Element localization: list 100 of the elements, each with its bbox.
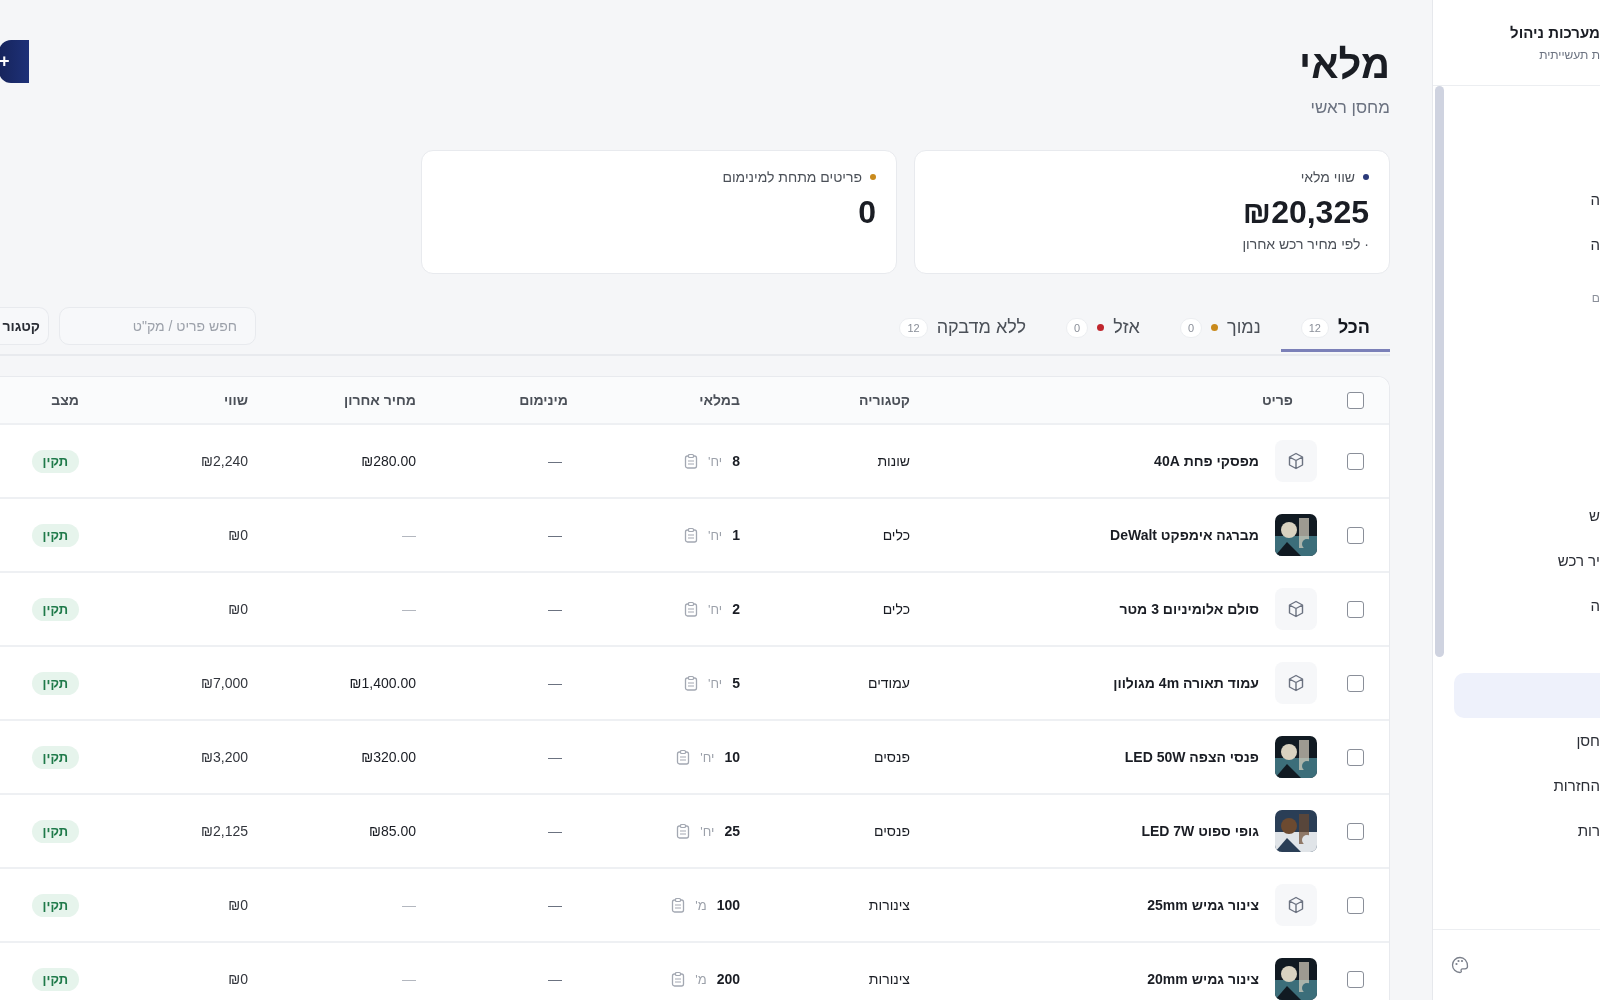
table-cell: פנסים bbox=[873, 749, 910, 765]
table-cell: כלים bbox=[882, 527, 910, 543]
table-cell: — bbox=[402, 897, 416, 913]
checkbox[interactable] bbox=[1346, 452, 1364, 470]
count-badge: 12 bbox=[899, 317, 928, 338]
status-badge: תקין bbox=[31, 819, 79, 843]
table-cell: צינורות bbox=[868, 897, 910, 913]
table-cell: פנסים bbox=[873, 823, 910, 839]
clipboard-icon bbox=[671, 971, 686, 987]
search-field[interactable]: חפש פריט / מק"ט bbox=[59, 307, 256, 345]
count-badge: 0 bbox=[1179, 317, 1202, 338]
nav-item[interactable]: ה bbox=[1433, 177, 1600, 222]
quantity: 200 bbox=[716, 971, 740, 987]
table-cell: ₪0 bbox=[228, 601, 248, 617]
app-title: מערכות ניהול bbox=[1509, 24, 1600, 41]
checkbox[interactable] bbox=[1346, 391, 1364, 409]
checkbox[interactable] bbox=[1346, 526, 1364, 544]
unit-label: יח' bbox=[708, 675, 723, 691]
item-name: מברגה אימפקט DeWalt bbox=[1110, 527, 1259, 543]
quantity: 8 bbox=[732, 453, 740, 469]
column-header: קטגוריה bbox=[859, 392, 910, 408]
item-name: עמוד תאורה 4m מגולוון bbox=[1113, 675, 1259, 691]
page-subtitle: מחסן ראשי bbox=[1309, 98, 1390, 118]
checkbox[interactable] bbox=[1346, 822, 1364, 840]
stat-label: פריטים מתחת למינימום bbox=[722, 169, 862, 185]
nav-item[interactable]: ש bbox=[1433, 493, 1600, 538]
table-cell: צינורות bbox=[868, 971, 910, 987]
unit-label: יח' bbox=[708, 453, 723, 469]
table-cell: — bbox=[402, 601, 416, 617]
checkbox[interactable] bbox=[1346, 896, 1364, 914]
table-cell: — bbox=[548, 601, 562, 617]
clipboard-icon bbox=[676, 823, 691, 839]
item-name: גופי ספוט LED 7W bbox=[1141, 823, 1259, 839]
unit-label: יח' bbox=[708, 527, 723, 543]
table-cell: — bbox=[402, 527, 416, 543]
quantity: 2 bbox=[732, 601, 740, 617]
table-cell: ₪7,000 bbox=[201, 675, 248, 691]
table-cell: — bbox=[548, 675, 562, 691]
nav-section-title: ם bbox=[1590, 290, 1600, 307]
status-badge: תקין bbox=[31, 967, 79, 991]
app-subtitle: ת תעשייתית bbox=[1538, 48, 1600, 62]
palette-icon bbox=[1451, 956, 1469, 974]
nav-item[interactable]: החזרות bbox=[1433, 763, 1600, 808]
unit-label: מ' bbox=[695, 897, 707, 913]
column-header: במלאי bbox=[699, 392, 740, 408]
package-icon bbox=[1287, 452, 1305, 470]
table-cell: — bbox=[548, 453, 562, 469]
item-name: סולם אלומיניום 3 מטר bbox=[1119, 601, 1259, 617]
table-cell: — bbox=[548, 527, 562, 543]
nav-item[interactable]: רות bbox=[1433, 808, 1600, 853]
item-name: צינור גמיש 20mm bbox=[1147, 971, 1259, 987]
table-cell: ₪0 bbox=[228, 897, 248, 913]
count-badge: 12 bbox=[1300, 317, 1329, 338]
status-badge: תקין bbox=[31, 745, 79, 769]
add-button[interactable]: + bbox=[0, 40, 29, 83]
table-cell: ₪280.00 bbox=[361, 453, 416, 469]
table-cell: ₪0 bbox=[228, 527, 248, 543]
quantity: 10 bbox=[724, 749, 740, 765]
table-cell: ₪2,125 bbox=[201, 823, 248, 839]
table-cell: ₪0 bbox=[228, 971, 248, 987]
table-cell: עמודים bbox=[868, 675, 910, 691]
status-badge: תקין bbox=[31, 449, 79, 473]
unit-label: יח' bbox=[708, 601, 723, 617]
scrollbar[interactable] bbox=[1435, 86, 1444, 657]
checkbox[interactable] bbox=[1346, 674, 1364, 692]
table-cell: ₪85.00 bbox=[369, 823, 416, 839]
nav-item[interactable]: חסן bbox=[1433, 718, 1600, 763]
column-header: שווי bbox=[224, 392, 248, 408]
unit-label: יח' bbox=[700, 749, 715, 765]
table-cell: — bbox=[548, 749, 562, 765]
stat-label: שווי מלאי bbox=[1300, 169, 1355, 185]
page-title: מלאי bbox=[1299, 42, 1390, 86]
nav-item[interactable]: יר רכש bbox=[1433, 538, 1600, 583]
category-button[interactable]: קטגור bbox=[0, 307, 49, 345]
column-header: מצב bbox=[51, 392, 79, 408]
table-cell: — bbox=[548, 897, 562, 913]
column-header: פריט bbox=[1261, 392, 1293, 408]
column-header: מחיר אחרון bbox=[343, 392, 416, 408]
table-cell: ₪320.00 bbox=[361, 749, 416, 765]
package-icon bbox=[1287, 674, 1305, 692]
quantity: 100 bbox=[716, 897, 740, 913]
item-name: מפסקי פחת 40A bbox=[1154, 453, 1259, 469]
quantity: 25 bbox=[724, 823, 740, 839]
clipboard-icon bbox=[676, 749, 691, 765]
clipboard-icon bbox=[684, 675, 699, 691]
checkbox[interactable] bbox=[1346, 970, 1364, 988]
column-header: מינימום bbox=[519, 392, 568, 408]
nav-item[interactable]: ה bbox=[1433, 583, 1600, 628]
status-badge: תקין bbox=[31, 671, 79, 695]
checkbox[interactable] bbox=[1346, 748, 1364, 766]
checkbox[interactable] bbox=[1346, 600, 1364, 618]
table-cell: — bbox=[402, 971, 416, 987]
status-badge: תקין bbox=[31, 523, 79, 547]
quantity: 5 bbox=[732, 675, 740, 691]
nav-item[interactable]: ה bbox=[1433, 222, 1600, 267]
table-cell: — bbox=[548, 823, 562, 839]
unit-label: מ' bbox=[695, 971, 707, 987]
table-cell: ₪2,240 bbox=[201, 453, 248, 469]
table-cell: ₪1,400.00 bbox=[349, 675, 416, 691]
table-cell: שונות bbox=[877, 453, 910, 469]
